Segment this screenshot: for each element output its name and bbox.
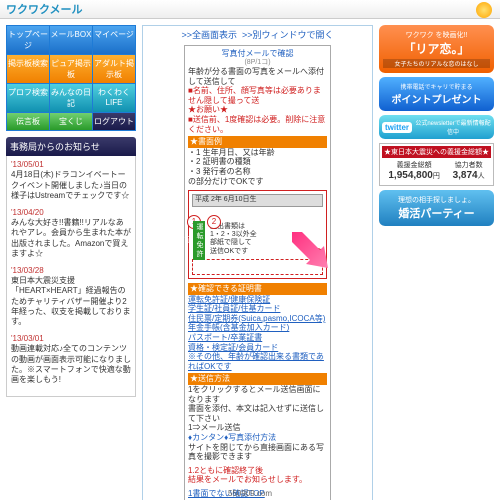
easy-header: ♦カンタン♦写真添付方法 [188,433,327,443]
circle-2-icon: 2 [207,215,221,229]
example-bullets: ・1 生年月日、又は年齢 ・2 証明書の種類 ・3 発行者の名称 の部分だけでO… [188,148,327,186]
nav-dengon[interactable]: 伝言板 [7,113,49,130]
phone-title: 写真付メールで確認 [188,49,327,59]
nav-prof-search[interactable]: プロフ検索 [7,84,49,112]
page-footer: 550909.com [0,489,500,498]
nav-mailbox[interactable]: メールBOX [50,26,92,54]
news-date: '13/03/01 [11,334,131,344]
news-text: 東日本大震災支援「HEART×HEART」経過報告のためチャリティバザー開催より… [11,276,131,328]
card-date: 平成 2年 6月10日生 [192,194,323,206]
view-full-link[interactable]: >>全画面表示 [181,30,237,40]
news-text: 動画連載対応♪全てのコンテンツの動画が画面表示可能になりました。※スマートフォン… [11,344,131,386]
news-body: '13/05/014月18日(木)ドラコンイベートークイベント開催しました♪当日… [6,156,136,397]
twitter-icon: twitter [382,122,412,133]
nav-pure-bbs[interactable]: ピュア掲示板 [50,55,92,83]
confirm-note: 1.2ともに確認終了後 結果をメールでお知らせします。 [188,466,327,485]
view-window-link[interactable]: >>別ウィンドウで開く [242,30,334,40]
card-text: 提出書類は 1・2・3以外全 部紙で隠して 送信OKです [210,223,323,257]
section-docs: ★確認できる証明書 [188,283,327,295]
news-text: みんな大好き!!書籍!!リアルなあれやアレ。会員から生まれた本が出版されました。… [11,218,131,260]
nav-life[interactable]: わくわくLIFE [93,84,135,112]
id-card-example: 平成 2年 6月10日生 1 2 運転免許証 提出書類は 1・2・3以外全 部紙… [188,190,327,279]
promo-twitter[interactable]: twitter 公式newsletterで最新情報配信中 [379,115,494,139]
phone-warn1: ■名前、住所、顔写真等は必要ありません隠して撮って送 [188,86,327,105]
phone-warn3: ■送信前、1度確認は必要。削除に注意ください。 [188,115,327,134]
phone-sub: (8P/1コ) [188,59,327,67]
center-column: >>全画面表示 >>別ウィンドウで開く 写真付メールで確認 (8P/1コ) 年齢… [142,25,373,500]
nav-diary[interactable]: みんなの日記 [50,84,92,112]
section-example: ★書面例 [188,136,327,148]
nav-adult-bbs[interactable]: アダルト掲示板 [93,55,135,83]
phone-warn2: ★お願い★ [188,105,327,115]
section-send: ★送信方法 [188,373,327,385]
doc-list: 運転免許証/健康保険証 学生証/社員証/住基カード 住民票/定期券(Suica,… [188,295,327,372]
nav-bbs-search[interactable]: 掲示板検索 [7,55,49,83]
phone-intro: 年齢が分る書面の写真をメールへ添付して送信して [188,67,327,86]
news-text: 4月18日(木)ドラコンイベートークイベント開催しました♪当日の様子はUstre… [11,170,131,201]
nav-mypage[interactable]: マイページ [93,26,135,54]
nav-top[interactable]: トップページ [7,26,49,54]
main-nav: トップページ メールBOX マイページ 掲示板検索 ピュア掲示板 アダルト掲示板… [6,25,136,131]
license-badge: 運転免許証 [193,221,205,260]
site-title: ワクワクメール [6,1,83,17]
promo-point[interactable]: 携帯電話でキャリで貯まる ポイントプレゼント [379,77,494,111]
donation-counter: ★東日本大震災への義援金総額★ 義援金総額1,954,800円 協力者数3,87… [379,143,494,186]
phone-preview: 写真付メールで確認 (8P/1コ) 年齢が分る書面の写真をメールへ添付して送信し… [184,45,331,500]
send-text: 1をクリックするとメール送信画面になります 書面を添付、本文は記入せずに送信して… [188,385,327,433]
circle-3-icon: 3 [310,248,324,262]
dotted-box [192,259,323,275]
news-date: '13/05/01 [11,160,131,170]
promo-riakoi[interactable]: ワクワク を映画化!! 「リア恋。」 女子たちのリアルな恋のはなし [379,25,494,73]
sun-icon [476,2,492,18]
nav-logout[interactable]: ログアウト [93,113,135,130]
promo-konkatsu[interactable]: 理想の相手探しましょ。 婚活パーティー [379,190,494,226]
nav-lottery[interactable]: 宝くじ [50,113,92,130]
news-date: '13/04/20 [11,208,131,218]
news-date: '13/03/28 [11,266,131,276]
left-column: トップページ メールBOX マイページ 掲示板検索 ピュア掲示板 アダルト掲示板… [6,25,136,500]
easy-text: サイトを閉じてから直接画面にある写真を撮影できます [188,443,327,462]
right-column: ワクワク を映画化!! 「リア恋。」 女子たちのリアルな恋のはなし 携帯電話でキ… [379,25,494,500]
news-header: 事務局からのお知らせ [6,137,136,156]
